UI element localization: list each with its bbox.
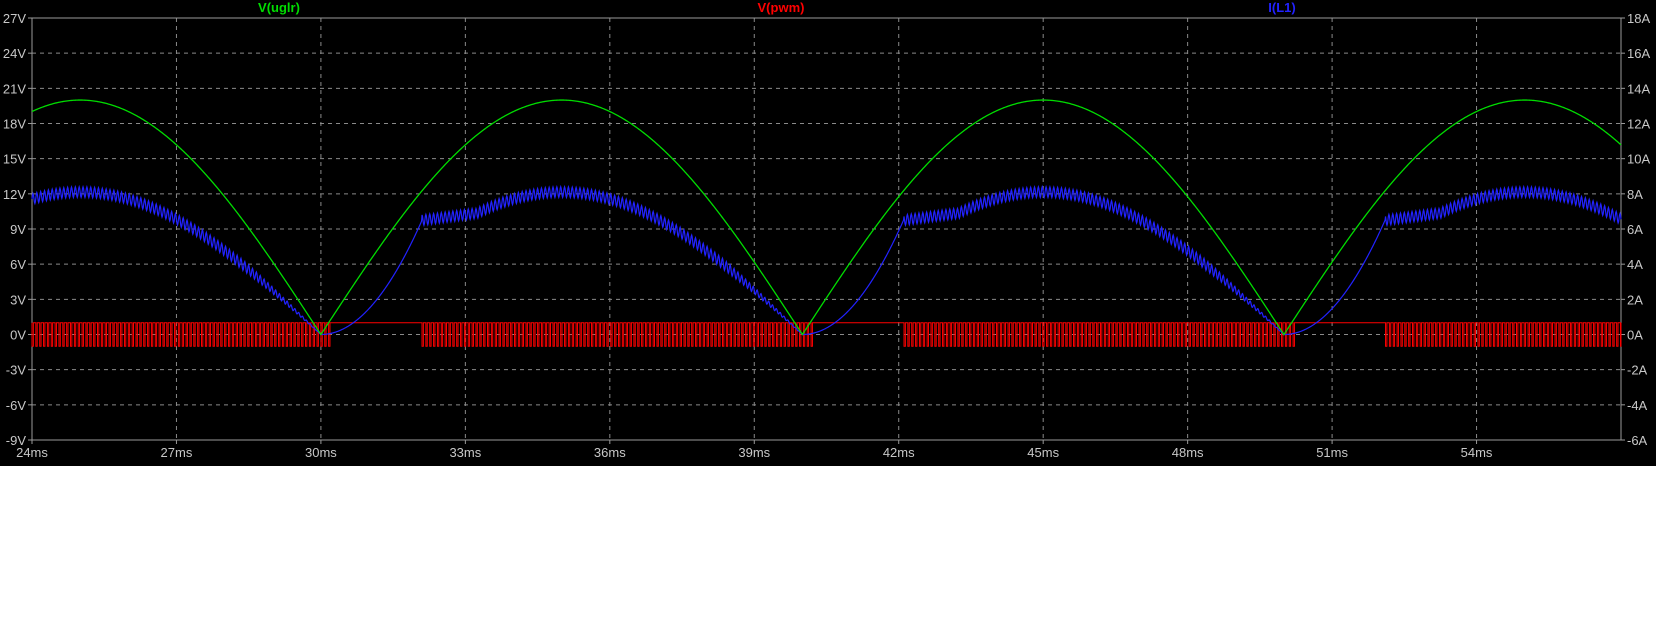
y-right-tick-label: -4A: [1627, 398, 1648, 413]
x-tick-label: 36ms: [594, 445, 626, 460]
x-tick-label: 27ms: [161, 445, 193, 460]
y-right-tick-label: 4A: [1627, 257, 1643, 272]
label-layer: V(uglr) V(pwm) I(L1): [258, 0, 1296, 15]
axis-layer: 24ms 27ms 30ms 33ms 36ms 39ms 42ms 45ms 48ms 51ms…: [3, 11, 1651, 460]
y-left-tick-label: -9V: [6, 433, 27, 448]
y-left-tick-label: -3V: [6, 363, 27, 378]
y-left-tick-label: 27V: [3, 11, 26, 26]
y-right-tick-label: 12A: [1627, 117, 1650, 132]
y-left-tick-label: 6V: [10, 257, 26, 272]
y-right-tick-label: 18A: [1627, 11, 1650, 26]
y-right-tick-label: 10A: [1627, 152, 1650, 167]
plot-pane: 24ms 27ms 30ms 33ms 36ms 39ms 42ms 45ms 48ms 51ms…: [0, 0, 1656, 466]
y-right-tick-label: -6A: [1627, 433, 1648, 448]
x-tick-label: 48ms: [1172, 445, 1204, 460]
y-right-tick-label: 8A: [1627, 187, 1643, 202]
y-right-tick-label: 14A: [1627, 81, 1650, 96]
y-right-tick-label: -2A: [1627, 363, 1648, 378]
y-left-tick-label: 3V: [10, 292, 26, 307]
y-right-tick-label: 16A: [1627, 46, 1650, 61]
legend-label-2: I(L1): [1268, 0, 1295, 15]
y-left-tick-label: 15V: [3, 152, 26, 167]
grid-layer: [32, 18, 1621, 440]
x-tick-label: 42ms: [883, 445, 915, 460]
y-right-tick-label: 2A: [1627, 292, 1643, 307]
y-left-tick-label: 0V: [10, 328, 26, 343]
y-right-tick-label: 0A: [1627, 328, 1643, 343]
x-tick-label: 33ms: [449, 445, 481, 460]
y-left-tick-label: 12V: [3, 187, 26, 202]
y-left-tick-label: 24V: [3, 46, 26, 61]
y-left-tick-label: 9V: [10, 222, 26, 237]
y-left-tick-label: 18V: [3, 117, 26, 132]
y-left-tick-label: -6V: [6, 398, 27, 413]
y-right-tick-label: 6A: [1627, 222, 1643, 237]
x-tick-label: 45ms: [1027, 445, 1059, 460]
legend-label-0: V(uglr): [258, 0, 300, 15]
waveform-chart: 24ms 27ms 30ms 33ms 36ms 39ms 42ms 45ms 48ms 51ms…: [3, 0, 1651, 460]
trace-layer: [31, 99, 1622, 347]
y-left-tick-label: 21V: [3, 81, 26, 96]
x-tick-label: 54ms: [1461, 445, 1493, 460]
legend-label-1: V(pwm): [758, 0, 805, 15]
series-current-line: [31, 184, 1622, 336]
x-tick-label: 30ms: [305, 445, 337, 460]
empty-area: [0, 466, 1656, 630]
x-tick-label: 51ms: [1316, 445, 1348, 460]
x-tick-label: 39ms: [738, 445, 770, 460]
